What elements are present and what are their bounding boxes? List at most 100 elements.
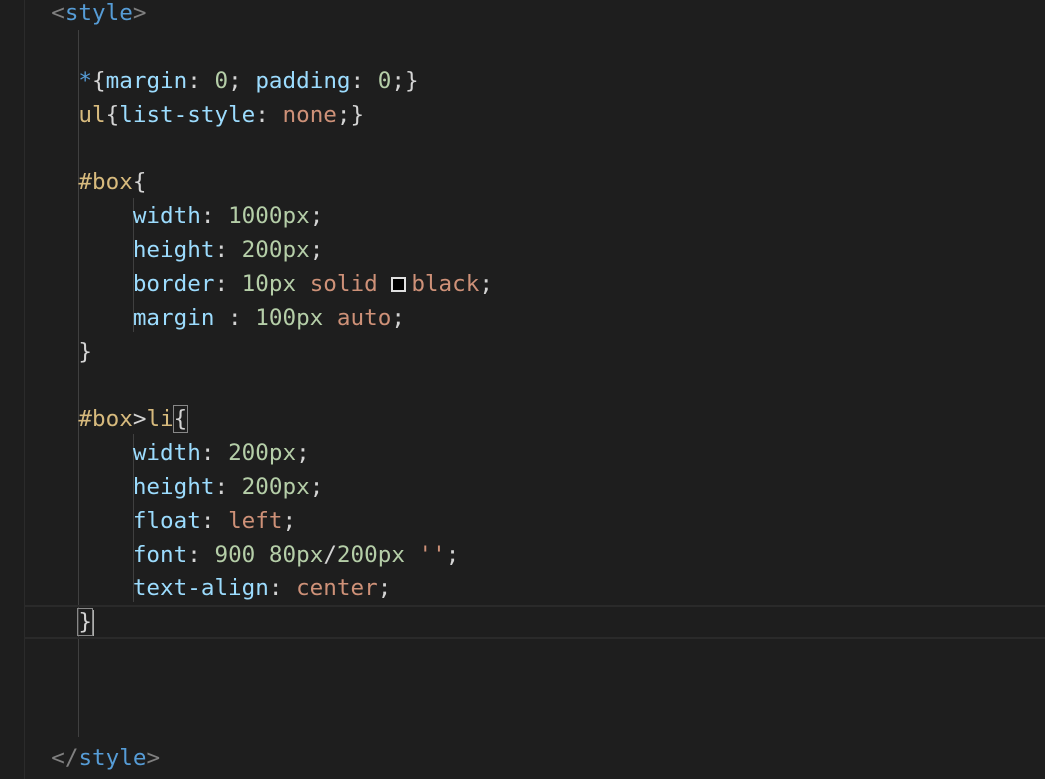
code-editor[interactable]: <style> *{margin: 0; padding: 0;} ul{lis… (0, 0, 1045, 779)
code-token: > (132, 406, 147, 433)
code-token: #box (78, 169, 133, 196)
code-token: </ (51, 744, 79, 771)
code-token: ; (377, 575, 392, 602)
code-token: : (214, 270, 242, 297)
code-line[interactable]: float: left; (24, 504, 296, 538)
code-token: #box (78, 406, 133, 433)
code-token: ; (309, 236, 324, 263)
code-token: auto (336, 304, 392, 331)
code-token: : (187, 541, 215, 568)
code-token: > (132, 0, 147, 26)
code-token: 200px (228, 440, 297, 467)
code-token: * (78, 67, 93, 94)
code-line[interactable]: font: 900 80px/200px ''; (24, 538, 460, 572)
code-token: ; (309, 473, 324, 500)
code-token: / (323, 541, 337, 568)
code-token: margin (105, 67, 188, 94)
code-line[interactable]: *{margin: 0; padding: 0;} (24, 64, 419, 98)
code-line[interactable]: ul{list-style: none;} (24, 98, 364, 132)
code-line[interactable]: height: 200px; (24, 233, 323, 267)
code-token: ; (228, 67, 256, 94)
code-token: : (200, 440, 229, 467)
code-token: black (411, 270, 480, 297)
code-token: width (132, 203, 201, 230)
code-line[interactable]: </style> (24, 741, 160, 775)
code-token: center (296, 575, 378, 602)
code-token: 200px (336, 541, 405, 568)
code-token: list-style (119, 101, 256, 128)
code-token: ul (78, 101, 106, 128)
code-token: ;} (336, 101, 365, 128)
code-token: < (51, 0, 65, 26)
code-token: float (132, 507, 201, 534)
code-line[interactable]: <style> (24, 0, 146, 30)
text-cursor (92, 609, 95, 636)
code-token: ; (296, 440, 310, 467)
code-token: li (146, 406, 174, 433)
code-line[interactable]: #box{ (24, 165, 146, 199)
code-token: : (214, 473, 242, 500)
code-token: style (78, 744, 147, 771)
code-token: } (78, 338, 93, 365)
code-token: height (132, 236, 215, 263)
code-token: : (187, 67, 215, 94)
code-line[interactable]: width: 1000px; (24, 199, 323, 233)
code-token: font (132, 541, 188, 568)
code-token: ; (282, 507, 297, 534)
code-token: 80px (268, 541, 324, 568)
code-token: width (132, 440, 201, 467)
code-token: 200px (241, 236, 310, 263)
code-token: ; (479, 270, 493, 297)
code-token: 200px (241, 473, 310, 500)
code-token: : (214, 304, 256, 331)
code-token: margin (132, 304, 215, 331)
code-token: ;} (391, 67, 419, 94)
code-token: 100px (255, 304, 324, 331)
matched-bracket: } (77, 608, 94, 637)
code-line[interactable]: } (24, 335, 92, 369)
code-token: style (64, 0, 133, 26)
code-token: { (105, 101, 120, 128)
matched-bracket: { (172, 405, 189, 434)
code-token: solid (309, 270, 378, 297)
code-token: ; (391, 304, 405, 331)
code-line[interactable]: border: 10px solid black; (24, 267, 493, 301)
code-line[interactable]: #box>li{ (24, 402, 189, 436)
code-token: > (146, 744, 161, 771)
code-token: : (255, 101, 283, 128)
code-line[interactable]: margin : 100px auto; (24, 301, 405, 335)
code-token: ; (445, 541, 460, 568)
code-token: 900 (214, 541, 256, 568)
code-token: border (132, 270, 215, 297)
code-token: : (214, 236, 242, 263)
color-swatch-icon[interactable] (391, 276, 407, 292)
code-line[interactable]: text-align: center; (24, 571, 391, 605)
code-token: 10px (241, 270, 297, 297)
code-token: text-align (132, 575, 269, 602)
code-token: 0 (214, 67, 229, 94)
code-line[interactable]: width: 200px; (24, 436, 310, 470)
code-line-current[interactable]: } (24, 605, 1045, 640)
code-token: none (282, 101, 337, 128)
code-line[interactable]: height: 200px; (24, 470, 323, 504)
